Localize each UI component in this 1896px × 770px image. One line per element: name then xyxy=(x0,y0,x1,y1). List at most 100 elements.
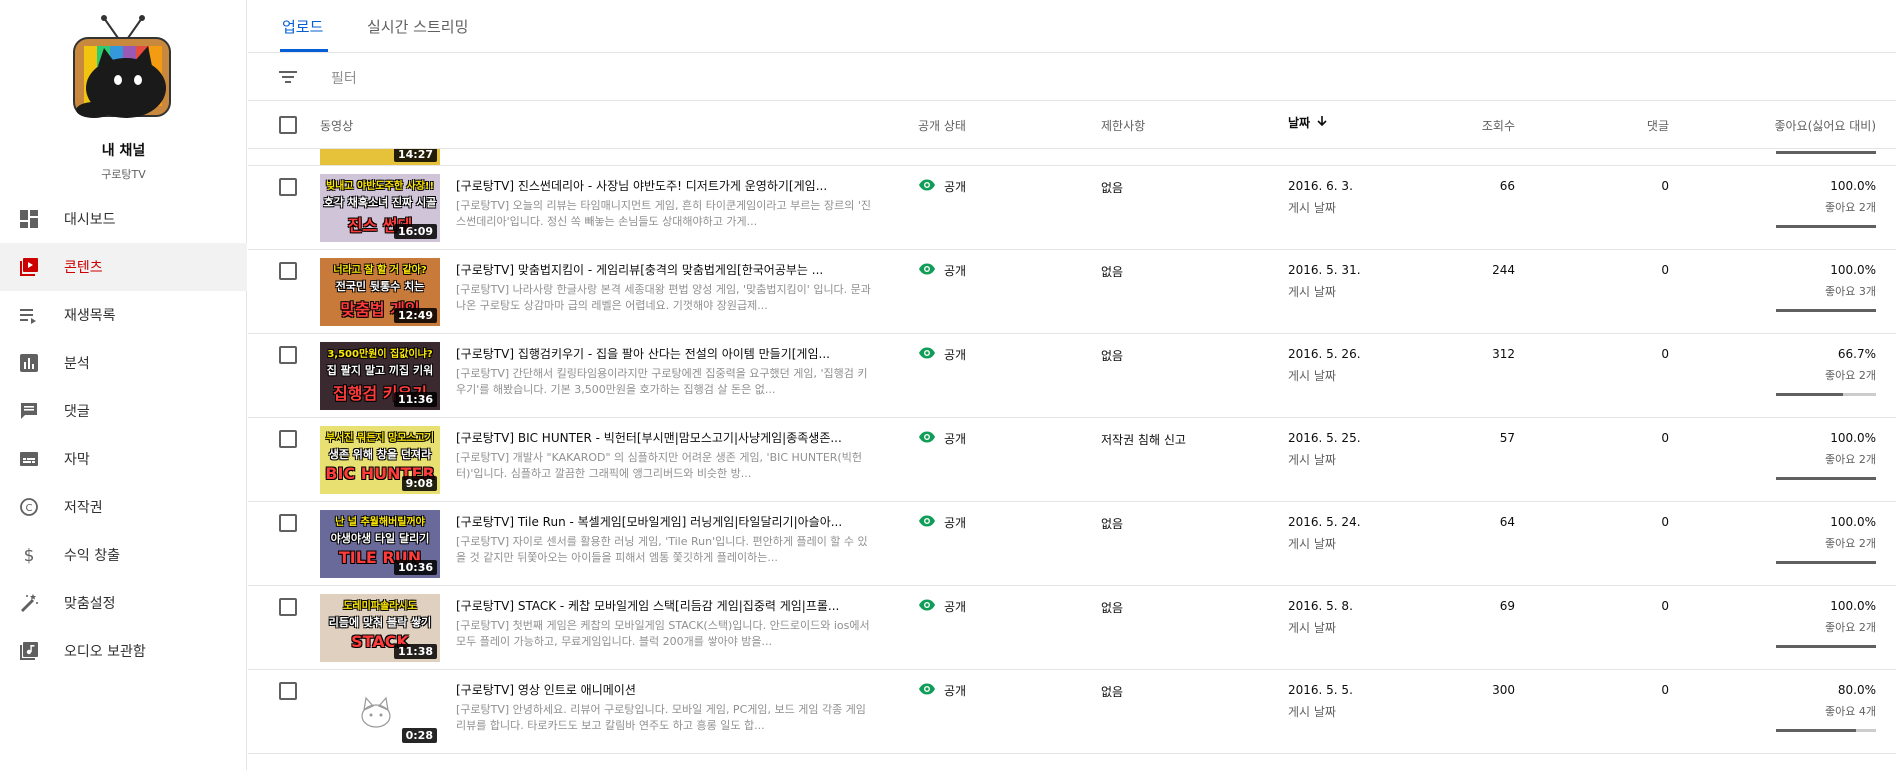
likes-bar-fill xyxy=(1776,561,1876,564)
nav-item-copyright[interactable]: C 저작권 xyxy=(0,483,247,531)
thumbnail-text: 부서진 뭐든지 망모스고기 xyxy=(325,433,435,444)
sidebar: 내 채널 구로탕TV 대시보드 콘텐츠 재생목록 분석 댓글 자막 C 저작권 … xyxy=(0,0,247,770)
likes-bar xyxy=(1776,393,1876,396)
video-thumbnail[interactable]: 너라고 잘 할 거 같아? 전국민 뒷통수 치는 맞춤법 게임 12:49 xyxy=(320,258,440,326)
likes-bar xyxy=(1776,561,1876,564)
video-duration: 10:36 xyxy=(393,560,437,575)
video-thumbnail[interactable]: 빚내고 야반도주한 사장!! 호각 채혹소녀 진짜 시골 진스 썬데 16:09 xyxy=(320,174,440,242)
likes-bar xyxy=(1776,151,1876,154)
thumbnail-text: 생존 위해 창을 던져라 xyxy=(328,448,432,461)
tab-live-streaming[interactable]: 실시간 스트리밍 xyxy=(367,16,468,37)
visibility-status[interactable]: 공개 xyxy=(918,178,966,195)
video-title[interactable]: [구로탕TV] 영상 인트로 애니메이션 xyxy=(456,681,876,698)
nav-item-monetization[interactable]: $ 수익 창출 xyxy=(0,531,247,579)
comment-count: 0 xyxy=(1661,599,1669,613)
visibility-status[interactable]: 공개 xyxy=(918,346,966,363)
row-checkbox[interactable] xyxy=(279,178,297,196)
tab-uploads[interactable]: 업로드 xyxy=(282,16,323,37)
column-header-restrictions[interactable]: 제한사항 xyxy=(1101,117,1145,134)
column-header-likes[interactable]: 좋아요(싫어요 대비) xyxy=(1775,117,1877,134)
video-thumbnail[interactable]: 부서진 뭐든지 망모스고기 생존 위해 창을 던져라 BIC HUNTER 9:08 xyxy=(320,426,440,494)
nav-item-comments[interactable]: 댓글 xyxy=(0,387,247,435)
visibility-status[interactable]: 공개 xyxy=(918,598,966,615)
video-title[interactable]: [구로탕TV] 맞춤법지킴이 - 게임리뷰[충격의 맞춤법게임[한국어공부는 .… xyxy=(456,261,876,278)
video-thumbnail[interactable]: 도레미파솔라시도 리듬에 맞춰 블락 쌓기 STACK 11:38 xyxy=(320,594,440,662)
thumbnail-text: 3,500만원이 집값이냐? xyxy=(327,349,433,360)
video-title[interactable]: [구로탕TV] Tile Run - 복셀게임[모바일게임] 러닝게임|타일달리… xyxy=(456,513,876,530)
eye-icon xyxy=(918,683,936,698)
video-thumbnail[interactable]: 난 널 추월해버릴꺼야 야생야생 타일 달리기 TILE RUN 10:36 xyxy=(320,510,440,578)
comment-count: 0 xyxy=(1661,179,1669,193)
nav-item-analytics[interactable]: 분석 xyxy=(0,339,247,387)
video-title[interactable]: [구로탕TV] 진스썬데리아 - 사장님 야반도주! 디저트가게 운영하기[게임… xyxy=(456,177,876,194)
nav-item-customization[interactable]: 맞춤설정 xyxy=(0,579,247,627)
publish-date-label: 게시 날짜 xyxy=(1288,705,1336,719)
video-title[interactable]: [구로탕TV] STACK - 케찹 모바일게임 스택[리듬감 게임|집중력 게… xyxy=(456,597,876,614)
publish-date: 2016. 5. 5. xyxy=(1288,683,1353,697)
nav-label: 저작권 xyxy=(64,500,103,516)
nav-label: 댓글 xyxy=(64,404,90,420)
nav-item-audio-library[interactable]: 오디오 보관함 xyxy=(0,627,247,675)
video-thumbnail[interactable]: 3,500만원이 집값이냐? 집 팔지 말고 끼집 키워 집행검 키우기 11:36 xyxy=(320,342,440,410)
visibility-status[interactable]: 공개 xyxy=(918,262,966,279)
table-header: 동영상 공개 상태 제한사항 날짜 조회수 댓글 좋아요(싫어요 대비) xyxy=(248,101,1896,149)
row-checkbox[interactable] xyxy=(279,430,297,448)
restrictions-value: 없음 xyxy=(1101,685,1124,699)
table-row[interactable]: 14:27 xyxy=(248,149,1896,166)
column-header-visibility[interactable]: 공개 상태 xyxy=(918,117,966,134)
publish-date: 2016. 5. 31. xyxy=(1288,263,1361,277)
video-thumbnail[interactable]: 14:27 xyxy=(320,149,440,165)
likes-count: 좋아요 2개 xyxy=(1825,537,1876,550)
row-checkbox[interactable] xyxy=(279,514,297,532)
select-all-checkbox[interactable] xyxy=(279,116,297,134)
nav-item-playlists[interactable]: 재생목록 xyxy=(0,291,247,339)
table-row[interactable]: 너라고 잘 할 거 같아? 전국민 뒷통수 치는 맞춤법 게임 12:49 [구로탕TV… xyxy=(248,250,1896,334)
visibility-status[interactable]: 공개 xyxy=(918,514,966,531)
likes-count: 좋아요 4개 xyxy=(1825,705,1876,718)
table-row[interactable]: 부서진 뭐든지 망모스고기 생존 위해 창을 던져라 BIC HUNTER 9:08[… xyxy=(248,418,1896,502)
nav-item-subtitles[interactable]: 자막 xyxy=(0,435,247,483)
table-row[interactable]: 빚내고 야반도주한 사장!! 호각 채혹소녀 진짜 시골 진스 썬데 16:09 [구로… xyxy=(248,166,1896,250)
comment-count: 0 xyxy=(1661,683,1669,697)
video-title[interactable]: [구로탕TV] BIC HUNTER - 빅헌터[부시맨|맘모스고기|사냥게임|… xyxy=(456,429,876,446)
sort-down-arrow-icon xyxy=(1316,115,1328,130)
filter-bar[interactable]: 필터 xyxy=(248,53,1896,101)
likes-percentage: 100.0% xyxy=(1830,263,1876,277)
filter-input[interactable]: 필터 xyxy=(331,68,357,88)
filter-icon[interactable] xyxy=(278,68,298,89)
thumbnail-text: 전국민 뒷통수 치는 xyxy=(335,280,425,293)
row-checkbox[interactable] xyxy=(279,682,297,700)
visibility-status[interactable]: 공개 xyxy=(918,430,966,447)
video-thumbnail[interactable]: 0:28 xyxy=(320,678,440,746)
thumbnail-text: 집 팔지 말고 끼집 키워 xyxy=(326,364,434,377)
view-count: 69 xyxy=(1499,599,1515,613)
eye-icon xyxy=(918,347,936,362)
column-header-video: 동영상 xyxy=(320,119,354,133)
video-title[interactable]: [구로탕TV] 집행검키우기 - 집을 팔아 산다는 전설의 아이템 만들기[게… xyxy=(456,345,876,362)
eye-icon xyxy=(918,515,936,530)
restrictions-value[interactable]: 저작권 침해 신고 xyxy=(1101,431,1186,448)
table-row[interactable]: 도레미파솔라시도 리듬에 맞춰 블락 쌓기 STACK 11:38 [구로탕TV] ST… xyxy=(248,586,1896,670)
eye-icon xyxy=(918,431,936,446)
table-row[interactable]: 0:28 [구로탕TV] 영상 인트로 애니메이션 [구로탕TV] 안녕하세요. 리… xyxy=(248,670,1896,754)
nav-item-content[interactable]: 콘텐츠 xyxy=(0,243,247,291)
copyright-icon: C xyxy=(18,496,40,518)
publish-date: 2016. 5. 24. xyxy=(1288,515,1361,529)
publish-date: 2016. 5. 25. xyxy=(1288,431,1361,445)
channel-avatar[interactable] xyxy=(64,14,182,130)
table-row[interactable]: 난 널 추월해버릴꺼야 야생야생 타일 달리기 TILE RUN 10:36 [구로탕T… xyxy=(248,502,1896,586)
column-header-date[interactable]: 날짜 xyxy=(1288,114,1328,131)
visibility-status[interactable]: 공개 xyxy=(918,682,966,699)
publish-date: 2016. 5. 8. xyxy=(1288,599,1353,613)
row-checkbox[interactable] xyxy=(279,598,297,616)
tab-bar: 업로드 실시간 스트리밍 xyxy=(248,0,1896,53)
likes-bar-fill xyxy=(1776,393,1843,396)
row-checkbox[interactable] xyxy=(279,346,297,364)
thumbnail-text: 리듬에 맞춰 블락 쌓기 xyxy=(328,616,432,629)
nav-item-dashboard[interactable]: 대시보드 xyxy=(0,195,247,243)
column-header-comments[interactable]: 댓글 xyxy=(1647,117,1669,134)
likes-count: 좋아요 2개 xyxy=(1825,369,1876,382)
row-checkbox[interactable] xyxy=(279,262,297,280)
table-row[interactable]: 3,500만원이 집값이냐? 집 팔지 말고 끼집 키워 집행검 키우기 11:36[… xyxy=(248,334,1896,418)
column-header-views[interactable]: 조회수 xyxy=(1482,117,1515,134)
